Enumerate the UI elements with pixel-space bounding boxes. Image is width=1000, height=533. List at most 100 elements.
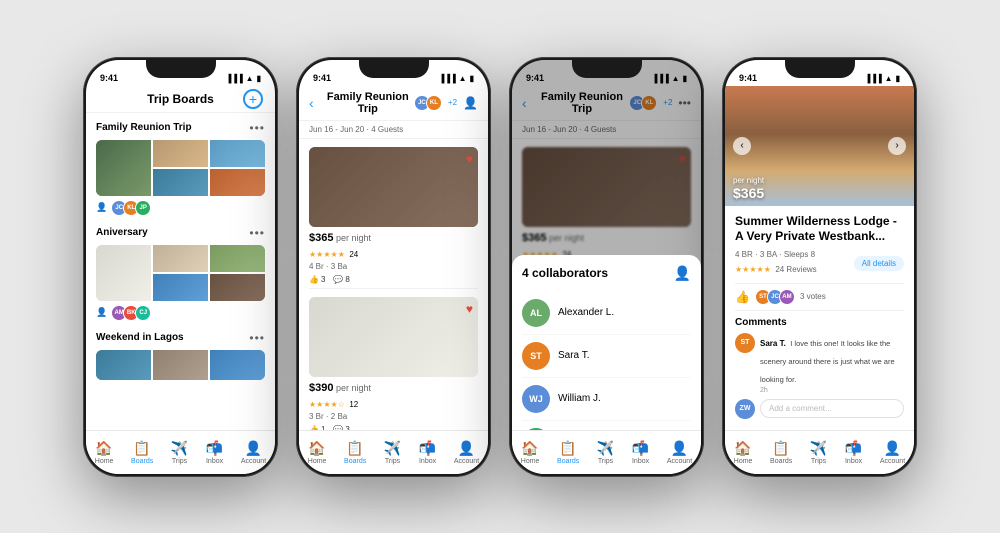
collab-item-3: WJ William J. <box>522 378 691 421</box>
collab-item-2: ST Sara T. <box>522 335 691 378</box>
add-member-button-2[interactable]: 👤 <box>463 96 478 110</box>
nav-account-label-1: Account <box>241 458 266 465</box>
detail-nav-arrows: ‹ › <box>725 137 914 155</box>
vote-button[interactable]: 👍 <box>735 290 750 304</box>
collab-name-3: William J. <box>558 393 601 404</box>
nav-trips-1[interactable]: ✈️ Trips <box>171 440 188 465</box>
nav-account-1[interactable]: 👤 Account <box>241 440 266 465</box>
listing-price-1-phone2: $365 per night <box>309 232 371 244</box>
nav-inbox-3[interactable]: 📬 Inbox <box>632 440 649 465</box>
notch-2 <box>359 60 429 78</box>
board-menu-2[interactable]: ••• <box>249 226 265 240</box>
listing-actions-2-phone2: 👍 1 💬 3 <box>309 421 478 430</box>
trip-meta-2: Jun 16 - Jun 20 · 4 Guests <box>299 121 488 139</box>
board-card-1: Family Reunion Trip ••• 👤 <box>96 121 265 216</box>
board-img-1e <box>210 169 265 196</box>
nav-trips-2[interactable]: ✈️ Trips <box>384 440 401 465</box>
wifi-icon: ▲ <box>246 74 254 83</box>
people-icon-2: 👤 <box>96 307 107 318</box>
listing-beds-1-phone2: 4 Br · 3 Ba <box>309 262 371 271</box>
listing-2-phone2: ♥ $390 per night ★★★★☆ 12 <box>299 289 488 430</box>
board-menu-3[interactable]: ••• <box>249 331 265 345</box>
board-img-3b <box>153 350 208 380</box>
bottom-nav-1: 🏠 Home 📋 Boards ✈️ Trips 📬 Inbox <box>86 430 275 474</box>
comment-input-field[interactable]: Add a comment... <box>760 399 904 418</box>
listing-img-bg-2 <box>309 297 478 377</box>
board-img-2d <box>153 274 208 301</box>
current-user-avatar: ZW <box>735 399 755 419</box>
listings-area-2: ♥ $365 per night ★★★★★ 24 <box>299 139 488 430</box>
detail-meta-row: 4 BR · 3 BA · Sleeps 8 ★★★★★ 24 Reviews … <box>735 250 904 277</box>
bottom-nav-4: 🏠 Home 📋 Boards ✈️ Trips 📬 Inbox 👤 <box>725 430 914 474</box>
signal-icon: ▐▐▐ <box>226 74 243 83</box>
nav-home-3[interactable]: 🏠 Home <box>521 440 540 465</box>
detail-hero-image: ‹ › per night $365 <box>725 86 914 206</box>
trip-title-2: Family Reunion Trip <box>322 91 414 115</box>
nav-boards-3[interactable]: 📋 Boards <box>557 440 579 465</box>
nav-inbox-1[interactable]: 📬 Inbox <box>206 440 223 465</box>
screen-2: ‹ Family Reunion Trip JC KL +2 👤 Jun 16 … <box>299 86 488 474</box>
board-title-1: Family Reunion Trip <box>96 122 192 133</box>
nav-account-3[interactable]: 👤 Account <box>667 440 692 465</box>
nav-boards-2[interactable]: 📋 Boards <box>344 440 366 465</box>
trips-icon-1: ✈️ <box>171 440 188 457</box>
trip-avatar-2b: KL <box>426 95 442 111</box>
nav-home-1[interactable]: 🏠 Home <box>95 440 114 465</box>
nav-trips-3[interactable]: ✈️ Trips <box>597 440 614 465</box>
comment-placeholder: Add a comment... <box>769 404 832 413</box>
voters-group: ST JC AM <box>755 289 795 305</box>
board-img-2c <box>210 245 265 272</box>
heart-button-2-phone2[interactable]: ♥ <box>466 302 473 316</box>
nav-account-4[interactable]: 👤 Account <box>880 440 905 465</box>
heart-button-1-phone2[interactable]: ♥ <box>466 152 473 166</box>
comment-avatar-1: ST <box>735 333 755 353</box>
listing-stars-1-phone2: ★★★★★ 24 <box>309 244 371 262</box>
next-image-button[interactable]: › <box>888 137 906 155</box>
collab-item-1: AL Alexander L. <box>522 292 691 335</box>
add-collaborator-button[interactable]: 👤 <box>674 265 691 282</box>
bottom-nav-3: 🏠 Home 📋 Boards ✈️ Trips 📬 Inbox <box>512 430 701 474</box>
prev-image-button[interactable]: ‹ <box>733 137 751 155</box>
back-button-2[interactable]: ‹ <box>309 95 314 111</box>
screen-1: Trip Boards + Family Reunion Trip ••• <box>86 86 275 474</box>
listing-info-2-phone2: $390 per night ★★★★☆ 12 3 Br · 2 Ba <box>309 382 478 421</box>
app-header-1: Trip Boards + <box>86 86 275 113</box>
nav-home-4[interactable]: 🏠 Home <box>734 440 753 465</box>
phones-container: 9:41 ▐▐▐ ▲ ▮ Trip Boards + Family Reunio… <box>63 37 937 497</box>
status-time-1: 9:41 <box>100 73 118 83</box>
notch-3 <box>572 60 642 78</box>
property-name: Summer Wilderness Lodge - A Very Private… <box>735 214 904 245</box>
board-images-2 <box>96 245 265 301</box>
board-title-2: Aniversary <box>96 227 148 238</box>
signal-icon-2: ▐▐▐ <box>439 74 456 83</box>
all-details-button[interactable]: All details <box>854 256 904 271</box>
nav-inbox-4[interactable]: 📬 Inbox <box>845 440 862 465</box>
nav-inbox-label-1: Inbox <box>206 458 223 465</box>
board-menu-1[interactable]: ••• <box>249 121 265 135</box>
nav-home-label-1: Home <box>95 458 114 465</box>
nav-inbox-2[interactable]: 📬 Inbox <box>419 440 436 465</box>
like-button-1-phone2[interactable]: 👍 3 <box>309 275 325 284</box>
collab-name-2: Sara T. <box>558 350 590 361</box>
nav-boards-4[interactable]: 📋 Boards <box>770 440 792 465</box>
bottom-nav-2: 🏠 Home 📋 Boards ✈️ Trips 📬 Inbox <box>299 430 488 474</box>
board-images-3 <box>96 350 265 380</box>
nav-trips-4[interactable]: ✈️ Trips <box>810 440 827 465</box>
comment-input-row: ZW Add a comment... <box>735 399 904 419</box>
nav-home-2[interactable]: 🏠 Home <box>308 440 327 465</box>
boards-list: Family Reunion Trip ••• 👤 <box>86 113 275 430</box>
collab-avatar-1: AL <box>522 299 550 327</box>
comment-button-1-phone2[interactable]: 💬 8 <box>333 275 349 284</box>
inbox-icon-1: 📬 <box>206 440 223 457</box>
battery-icon-2: ▮ <box>470 74 474 83</box>
price-overlay: per night $365 <box>733 176 764 201</box>
status-icons-2: ▐▐▐ ▲ ▮ <box>439 74 474 83</box>
phone-2: 9:41 ▐▐▐ ▲ ▮ ‹ Family Reunion Trip JC KL <box>296 57 491 477</box>
nav-trips-label-1: Trips <box>172 458 187 465</box>
detail-votes-row: 👍 ST JC AM 3 votes <box>735 283 904 311</box>
nav-boards-1[interactable]: 📋 Boards <box>131 440 153 465</box>
add-board-button[interactable]: + <box>243 89 263 109</box>
nav-account-2[interactable]: 👤 Account <box>454 440 479 465</box>
trip-dates-2: Jun 16 - Jun 20 · 4 Guests <box>309 125 403 134</box>
board-img-2b <box>153 245 208 272</box>
